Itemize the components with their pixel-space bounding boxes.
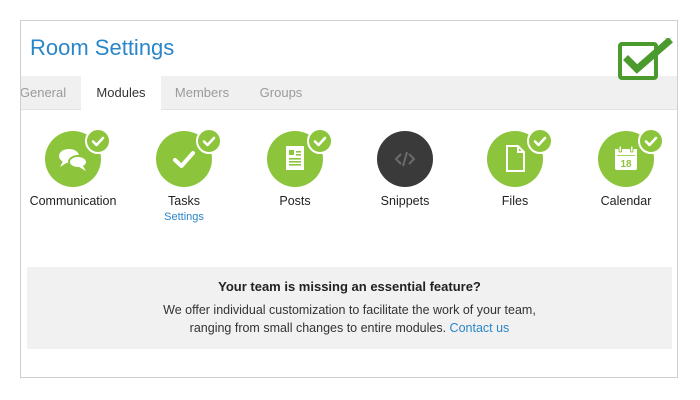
module-icon-circle[interactable] bbox=[487, 128, 553, 187]
banner-text: We offer individual customization to fac… bbox=[27, 301, 672, 337]
checkmark-icon bbox=[313, 136, 327, 147]
banner-line-2-text: ranging from small changes to entire mod… bbox=[189, 321, 447, 335]
contact-us-link[interactable]: Contact us bbox=[450, 321, 510, 335]
checkbox-checked-icon bbox=[618, 38, 673, 80]
tab-modules[interactable]: Modules bbox=[81, 76, 161, 110]
module-icon-circle[interactable] bbox=[156, 128, 222, 187]
room-settings-dialog: Room Settings × General Modules Members … bbox=[20, 20, 678, 378]
module-tasks[interactable]: Tasks Settings bbox=[129, 128, 239, 223]
tab-groups[interactable]: Groups bbox=[253, 76, 309, 109]
module-icon-circle[interactable] bbox=[267, 128, 333, 187]
module-label: Files bbox=[501, 194, 529, 208]
module-snippets[interactable]: Snippets bbox=[350, 131, 460, 208]
banner-line-2: ranging from small changes to entire mod… bbox=[27, 319, 672, 337]
custom-feature-banner: Your team is missing an essential featur… bbox=[27, 267, 672, 349]
tasks-settings-link[interactable]: Settings bbox=[129, 211, 239, 223]
module-icon-circle[interactable]: 18 bbox=[598, 128, 664, 187]
module-label: Communication bbox=[29, 194, 117, 208]
calendar-day: 18 bbox=[620, 159, 632, 170]
enabled-check-badge bbox=[638, 128, 664, 154]
module-icon-circle[interactable] bbox=[377, 131, 433, 187]
checkmark-icon bbox=[202, 136, 216, 147]
modules-list: Communication Tasks Settings Posts Snipp… bbox=[21, 128, 677, 251]
checkmark-icon bbox=[533, 136, 547, 147]
enabled-check-badge bbox=[85, 128, 111, 154]
enabled-check-badge bbox=[196, 128, 222, 154]
enabled-check-badge bbox=[307, 128, 333, 154]
banner-title: Your team is missing an essential featur… bbox=[218, 279, 481, 294]
module-communication[interactable]: Communication bbox=[21, 128, 128, 208]
enabled-check-badge bbox=[527, 128, 553, 154]
code-icon bbox=[394, 151, 416, 167]
module-label: Posts bbox=[279, 194, 311, 208]
tab-general[interactable]: General bbox=[21, 76, 71, 109]
module-label: Calendar bbox=[600, 194, 652, 208]
checkmark-icon bbox=[91, 136, 105, 147]
module-icon-circle[interactable] bbox=[45, 128, 111, 187]
tab-bar: General Modules Members Groups bbox=[21, 76, 677, 110]
dialog-title: Room Settings bbox=[30, 35, 175, 60]
module-files[interactable]: Files bbox=[460, 128, 570, 208]
checkmark-icon bbox=[644, 136, 658, 147]
module-label: Snippets bbox=[380, 194, 430, 208]
banner-line-1: We offer individual customization to fac… bbox=[163, 303, 536, 317]
tab-members[interactable]: Members bbox=[169, 76, 235, 109]
module-calendar[interactable]: 18 Calendar bbox=[571, 128, 677, 208]
module-posts[interactable]: Posts bbox=[240, 128, 350, 208]
module-label: Tasks bbox=[168, 194, 200, 208]
